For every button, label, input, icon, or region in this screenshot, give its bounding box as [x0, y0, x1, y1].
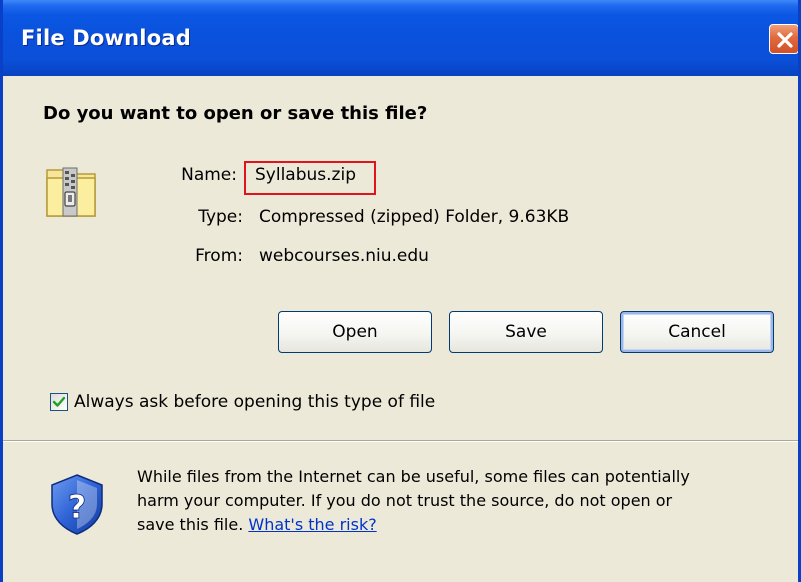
file-source-value: webcourses.niu.edu — [259, 246, 429, 266]
from-label: From: — [195, 246, 243, 266]
save-button[interactable]: Save — [449, 311, 603, 353]
warning-line-1: While files from the Internet can be use… — [137, 467, 690, 486]
file-name-value: Syllabus.zip — [255, 165, 356, 185]
type-label: Type: — [198, 207, 243, 227]
close-button[interactable] — [769, 24, 798, 54]
cancel-button[interactable]: Cancel — [620, 311, 774, 353]
file-download-dialog: File Download Do you want to open or sav… — [0, 0, 801, 582]
open-button[interactable]: Open — [278, 311, 432, 353]
always-ask-label[interactable]: Always ask before opening this type of f… — [74, 392, 435, 412]
close-icon — [777, 32, 793, 48]
zip-folder-icon — [46, 167, 96, 217]
file-type-value: Compressed (zipped) Folder, 9.63KB — [259, 207, 570, 227]
window-title: File Download — [21, 26, 191, 50]
warning-line-3: save this file. What's the risk? — [137, 513, 792, 537]
whats-the-risk-link[interactable]: What's the risk? — [248, 515, 376, 534]
security-warning-text: While files from the Internet can be use… — [137, 465, 792, 537]
separator — [3, 440, 798, 442]
checkmark-icon — [52, 396, 66, 407]
name-label: Name: — [181, 165, 237, 185]
always-ask-checkbox[interactable] — [50, 393, 68, 411]
shield-question-icon: ? — [51, 474, 103, 535]
svg-text:?: ? — [68, 488, 87, 526]
warning-line-3-prefix: save this file. — [137, 515, 244, 534]
title-bar[interactable]: File Download — [3, 0, 798, 76]
warning-line-2: harm your computer. If you do not trust … — [137, 491, 673, 510]
dialog-heading: Do you want to open or save this file? — [43, 103, 428, 124]
